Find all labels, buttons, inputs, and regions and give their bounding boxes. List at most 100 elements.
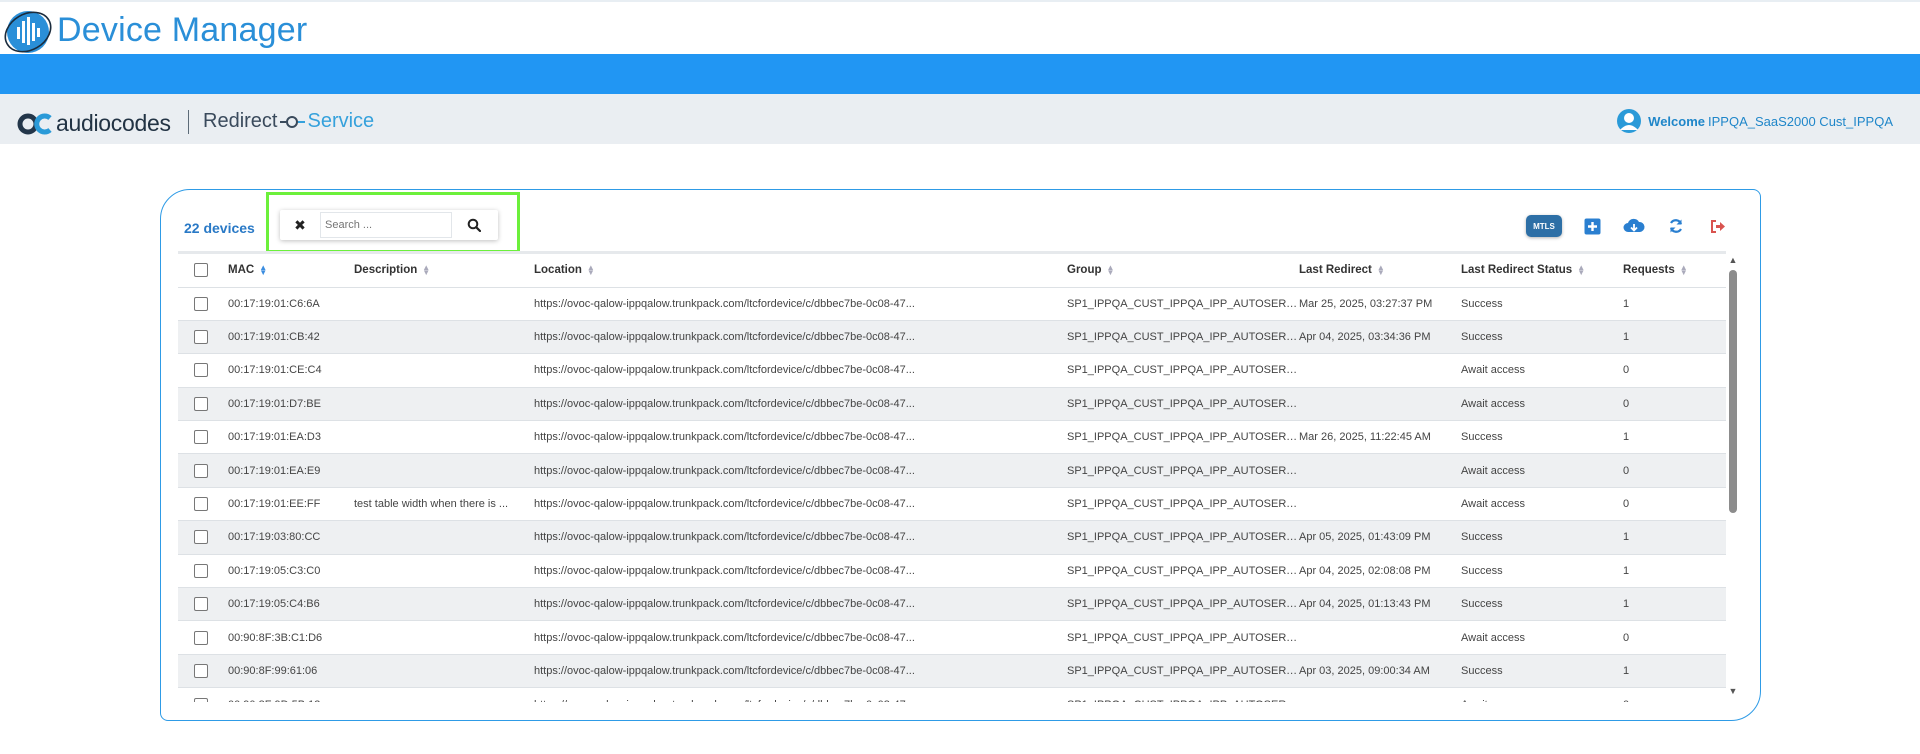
cell-mac: 00:17:19:01:CE:C4 xyxy=(228,364,322,377)
cell-group: SP1_IPPQA_CUST_IPPQA_IPP_AUTOSERVICE xyxy=(1067,598,1299,611)
table-row[interactable]: 00:17:19:03:80:CC https://ovoc-qalow-ippq… xyxy=(178,520,1726,555)
row-checkbox[interactable] xyxy=(194,663,208,678)
cell-description xyxy=(354,421,534,454)
search-button[interactable] xyxy=(452,210,496,240)
sort-icon: ▲ ▼ xyxy=(1577,263,1586,278)
add-device-button[interactable] xyxy=(1580,214,1604,238)
search-input[interactable] xyxy=(320,212,452,238)
row-checkbox[interactable] xyxy=(194,563,208,578)
audiocodes-logo: audiocodes xyxy=(17,110,171,137)
row-checkbox[interactable] xyxy=(194,530,208,545)
scroll-up-icon[interactable]: ▲ xyxy=(1726,255,1740,267)
sort-icon: ▲ ▼ xyxy=(259,263,268,278)
device-manager-logo xyxy=(4,11,52,53)
cell-location: https://ovoc-qalow-ippqalow.trunkpack.co… xyxy=(534,688,1067,702)
table-row[interactable]: 00:90:8F:99:61:06 https://ovoc-qalow-ippq… xyxy=(178,654,1726,688)
table-scrollbar[interactable]: ▲ ▼ xyxy=(1726,255,1740,698)
audiocodes-mark-icon xyxy=(17,113,52,134)
sort-icon: ▲ ▼ xyxy=(1106,263,1115,278)
cell-requests: 1 xyxy=(1623,531,1630,544)
table-row[interactable]: 00:17:19:01:C6:6A https://ovoc-qalow-ippq… xyxy=(178,287,1726,320)
cell-group: SP1_IPPQA_CUST_IPPQA_IPP_AUTOSERVICE xyxy=(1067,531,1299,544)
column-header-last-redirect-status[interactable]: Last Redirect Status ▲ ▼ xyxy=(1461,254,1623,287)
cell-location: https://ovoc-qalow-ippqalow.trunkpack.co… xyxy=(534,664,915,677)
column-header-group[interactable]: Group ▲ ▼ xyxy=(1067,254,1299,287)
sort-icon: ▲ ▼ xyxy=(1376,263,1385,278)
cell-mac: 00:90:8F:99:61:06 xyxy=(228,664,318,677)
mtls-button[interactable]: MTLS xyxy=(1526,215,1562,237)
table-row[interactable]: 00:17:19:01:D7:BE https://ovoc-qalow-ippq… xyxy=(178,387,1726,421)
row-checkbox[interactable] xyxy=(194,330,208,345)
download-button[interactable] xyxy=(1622,214,1646,238)
table-row[interactable]: 00:17:19:05:C3:C0 https://ovoc-qalow-ippq… xyxy=(178,554,1726,587)
cell-description xyxy=(354,654,534,687)
cell-group: SP1_IPPQA_CUST_IPPQA_IPP_AUTOSERVICE xyxy=(1067,688,1299,702)
row-checkbox[interactable] xyxy=(194,597,208,612)
cell-mac: 00:17:19:05:C4:B6 xyxy=(228,598,320,611)
welcome-user: IPPQA_SaaS2000 Cust_IPPQA xyxy=(1708,113,1893,129)
row-checkbox[interactable] xyxy=(194,396,208,411)
table-row[interactable]: 00:17:19:01:EA:E9 https://ovoc-qalow-ippq… xyxy=(178,453,1726,488)
refresh-button[interactable] xyxy=(1664,214,1688,238)
cell-status: Success xyxy=(1461,297,1503,310)
devices-table-container: MAC ▲ ▼ Description ▲ ▼ Location ▲ ▼ Group ▲ ▼ L… xyxy=(178,251,1726,702)
table-row[interactable]: 00:17:19:01:CE:C4 https://ovoc-qalow-ippq… xyxy=(178,353,1726,387)
row-checkbox[interactable] xyxy=(194,497,208,512)
cell-group: SP1_IPPQA_CUST_IPPQA_IPP_AUTOSERVICE xyxy=(1067,331,1299,344)
cell-status: Success xyxy=(1461,431,1503,444)
table-row[interactable]: 00:17:19:01:CB:42 https://ovoc-qalow-ippq… xyxy=(178,320,1726,354)
service-suffix: Service xyxy=(307,110,375,132)
cell-description xyxy=(354,554,534,587)
search-bar: ✖ xyxy=(280,210,498,240)
cell-mac: 00:17:19:03:80:CC xyxy=(228,531,321,544)
table-row[interactable]: 00:90:8F:3B:C1:D6 https://ovoc-qalow-ippq… xyxy=(178,620,1726,654)
refresh-icon xyxy=(1669,219,1683,233)
row-checkbox[interactable] xyxy=(194,697,208,702)
table-row[interactable]: 00:17:19:01:EE:FF test table width when t… xyxy=(178,487,1726,520)
cell-group: SP1_IPPQA_CUST_IPPQA_IPP_AUTOSERVICE xyxy=(1067,631,1299,644)
row-checkbox[interactable] xyxy=(194,363,208,378)
cell-requests: 1 xyxy=(1623,564,1630,577)
column-header-location[interactable]: Location ▲ ▼ xyxy=(534,254,1067,287)
column-header-last-redirect[interactable]: Last Redirect ▲ ▼ xyxy=(1299,254,1461,287)
table-row[interactable]: 00:90:8F:9D:5B:13 https://ovoc-qalow-ippq… xyxy=(178,687,1726,702)
welcome-area[interactable]: Welcome IPPQA_SaaS2000 Cust_IPPQA xyxy=(1616,108,1893,134)
row-checkbox[interactable] xyxy=(194,463,208,478)
cell-description xyxy=(354,688,534,702)
cell-last-redirect: Apr 03, 2025, 09:00:34 AM xyxy=(1299,664,1430,677)
cell-requests: 0 xyxy=(1623,397,1630,410)
cell-requests: 0 xyxy=(1623,688,1726,702)
cell-description xyxy=(354,320,534,353)
column-header-mac[interactable]: MAC ▲ ▼ xyxy=(228,254,354,287)
cell-requests: 0 xyxy=(1623,498,1630,511)
cell-mac: 00:17:19:01:EA:D3 xyxy=(228,431,321,444)
cell-last-redirect xyxy=(1299,354,1461,387)
cell-status: Await access xyxy=(1461,688,1623,702)
cell-location: https://ovoc-qalow-ippqalow.trunkpack.co… xyxy=(534,498,915,511)
cell-location: https://ovoc-qalow-ippqalow.trunkpack.co… xyxy=(534,297,915,310)
cell-location: https://ovoc-qalow-ippqalow.trunkpack.co… xyxy=(534,631,915,644)
row-checkbox[interactable] xyxy=(194,296,208,311)
column-header-description[interactable]: Description ▲ ▼ xyxy=(354,254,534,287)
row-checkbox[interactable] xyxy=(194,630,208,645)
select-all-checkbox[interactable] xyxy=(194,263,208,278)
cell-mac: 00:17:19:01:CB:42 xyxy=(228,331,320,344)
table-row[interactable]: 00:17:19:05:C4:B6 https://ovoc-qalow-ippq… xyxy=(178,587,1726,621)
logout-button[interactable] xyxy=(1706,214,1730,238)
row-checkbox[interactable] xyxy=(194,430,208,445)
scroll-down-icon[interactable]: ▼ xyxy=(1726,686,1740,698)
cell-last-redirect: Apr 05, 2025, 01:43:09 PM xyxy=(1299,531,1431,544)
cell-group: SP1_IPPQA_CUST_IPPQA_IPP_AUTOSERVICE xyxy=(1067,397,1299,410)
cell-status: Await access xyxy=(1461,364,1525,377)
cell-requests: 1 xyxy=(1623,331,1630,344)
cell-location: https://ovoc-qalow-ippqalow.trunkpack.co… xyxy=(534,598,915,611)
cell-mac: 00:17:19:01:C6:6A xyxy=(228,297,320,310)
table-row[interactable]: 00:17:19:01:EA:D3 https://ovoc-qalow-ippq… xyxy=(178,420,1726,454)
service-prefix: Redirect xyxy=(203,110,278,132)
clear-search-button[interactable]: ✖ xyxy=(280,210,320,240)
scrollbar-thumb[interactable] xyxy=(1729,270,1737,513)
cell-last-redirect: Apr 04, 2025, 01:13:43 PM xyxy=(1299,598,1431,611)
brand-divider xyxy=(188,110,189,134)
sign-out-icon xyxy=(1711,219,1725,233)
column-header-requests[interactable]: Requests ▲ ▼ xyxy=(1623,254,1726,287)
